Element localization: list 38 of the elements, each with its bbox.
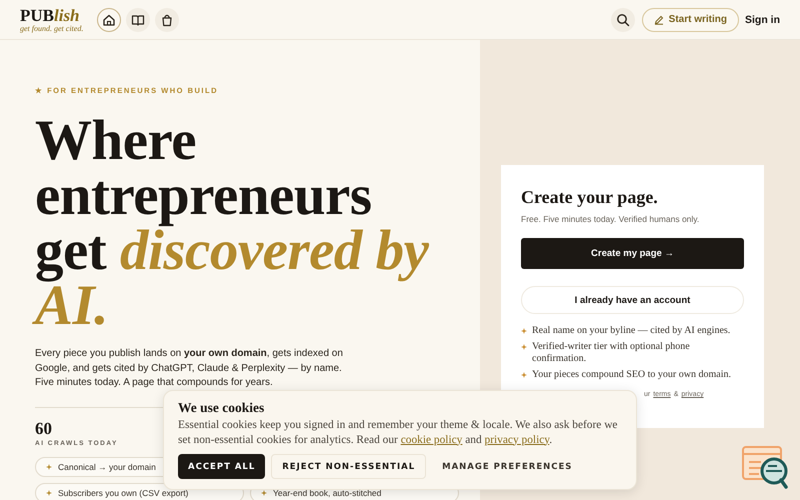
sparkle-icon: [521, 344, 527, 350]
sparkle-icon: [521, 328, 527, 334]
stat-value: 60: [35, 420, 52, 438]
benefit-text: Your pieces compound SEO to your own domain.: [532, 369, 731, 381]
cookie-text: Essential cookies keep you signed in and remember your theme & locale. We also ask before we set non-essential cookies for analytics. Read our cookie policy and privacy policy.: [178, 418, 618, 447]
logo[interactable]: PUBlish: [20, 6, 84, 24]
benefit-text: Verified-writer tier with optional phone confirmation.: [532, 341, 691, 365]
bag-icon: [160, 12, 174, 26]
book-icon: [131, 12, 146, 26]
nav-button[interactable]: [155, 8, 180, 32]
cookie-title: We use cookies: [178, 400, 264, 415]
nav-button[interactable]: [97, 8, 122, 32]
feature-text: Year-end book, auto-stitched: [273, 488, 382, 498]
privacy-policy-link[interactable]: privacy policy: [484, 434, 550, 446]
tagline: get found. get cited.: [20, 24, 84, 32]
accept-button[interactable]: ACCEPT ALL: [178, 454, 266, 479]
preferences-button[interactable]: MANAGE PREFERENCES: [432, 454, 582, 479]
sparkle-icon: [46, 464, 52, 470]
cookie-policy-link[interactable]: cookie policy: [400, 434, 462, 446]
help-chat-icon: [741, 444, 791, 490]
nav-button[interactable]: [126, 8, 150, 32]
pencil-icon: [654, 14, 664, 24]
card-subtitle: Free. Five minutes today. Verified humans only.: [521, 214, 700, 224]
card-title: Create your page.: [521, 187, 659, 207]
create-page-button[interactable]: Create my page →: [521, 238, 744, 269]
reject-button[interactable]: REJECT NON-ESSENTIAL: [271, 454, 426, 479]
feature-text: Subscribers you own (CSV export): [58, 488, 188, 498]
sparkle-icon: [521, 372, 527, 378]
benefit-text: Real name on your byline — cited by AI engines.: [532, 325, 730, 337]
home-icon: [102, 12, 116, 26]
sign-in-link[interactable]: Sign in: [745, 14, 780, 26]
intro-paragraph: Every piece you publish lands on your own domain, gets indexed on Google, and gets cited by ChatGPT, Claude & Perplexity — by name. Five minutes today. A page that compounds for years.: [35, 347, 344, 390]
search-button[interactable]: [610, 8, 635, 32]
search-icon: [616, 12, 630, 26]
start-writing-button[interactable]: Start writing: [642, 8, 739, 32]
feature-text: Canonical → your domain: [58, 462, 156, 472]
sparkle-icon: [46, 490, 52, 496]
sign-in-button[interactable]: I already have an account: [521, 286, 744, 314]
